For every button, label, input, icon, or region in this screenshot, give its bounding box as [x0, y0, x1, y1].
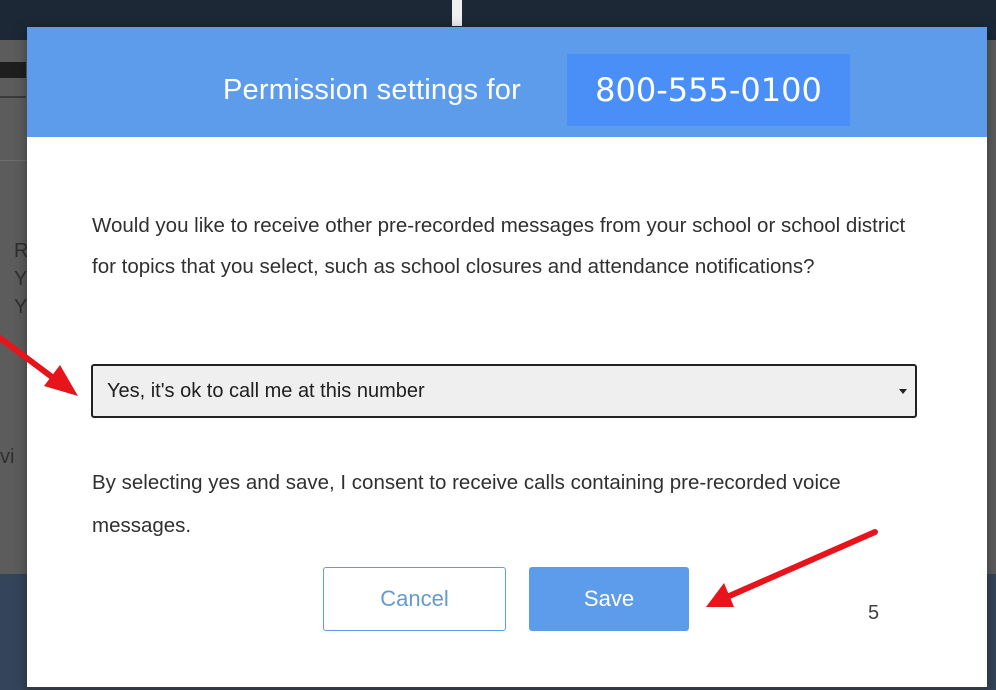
slide-number: 5 [868, 602, 880, 624]
select-value: Yes, it's ok to call me at this number [107, 380, 425, 402]
permission-settings-dialog: Permission settings for 800-555-0100 Wou… [27, 27, 987, 689]
caret-down-icon [899, 389, 907, 394]
save-button[interactable]: Save [529, 567, 689, 631]
background-text-fragment: vi [0, 446, 15, 468]
cancel-button[interactable]: Cancel [323, 567, 506, 631]
background-text-fragment: Y [14, 296, 28, 318]
background-text-fragment: Y [14, 268, 28, 290]
background-block [0, 62, 26, 78]
dialog-title: Permission settings for [223, 74, 521, 106]
background-divider [0, 96, 26, 98]
dialog-header: Permission settings for 800-555-0100 [27, 27, 987, 137]
background-bar-fragment [452, 0, 462, 26]
call-permission-select[interactable]: Yes, it's ok to call me at this number [91, 364, 917, 418]
consent-text: By selecting yes and save, I consent to … [92, 471, 841, 537]
permission-question: Would you like to receive other pre-reco… [92, 214, 906, 278]
phone-number: 800-555-0100 [595, 71, 822, 109]
phone-number-highlight: 800-555-0100 [567, 54, 850, 126]
background-divider [0, 160, 26, 161]
